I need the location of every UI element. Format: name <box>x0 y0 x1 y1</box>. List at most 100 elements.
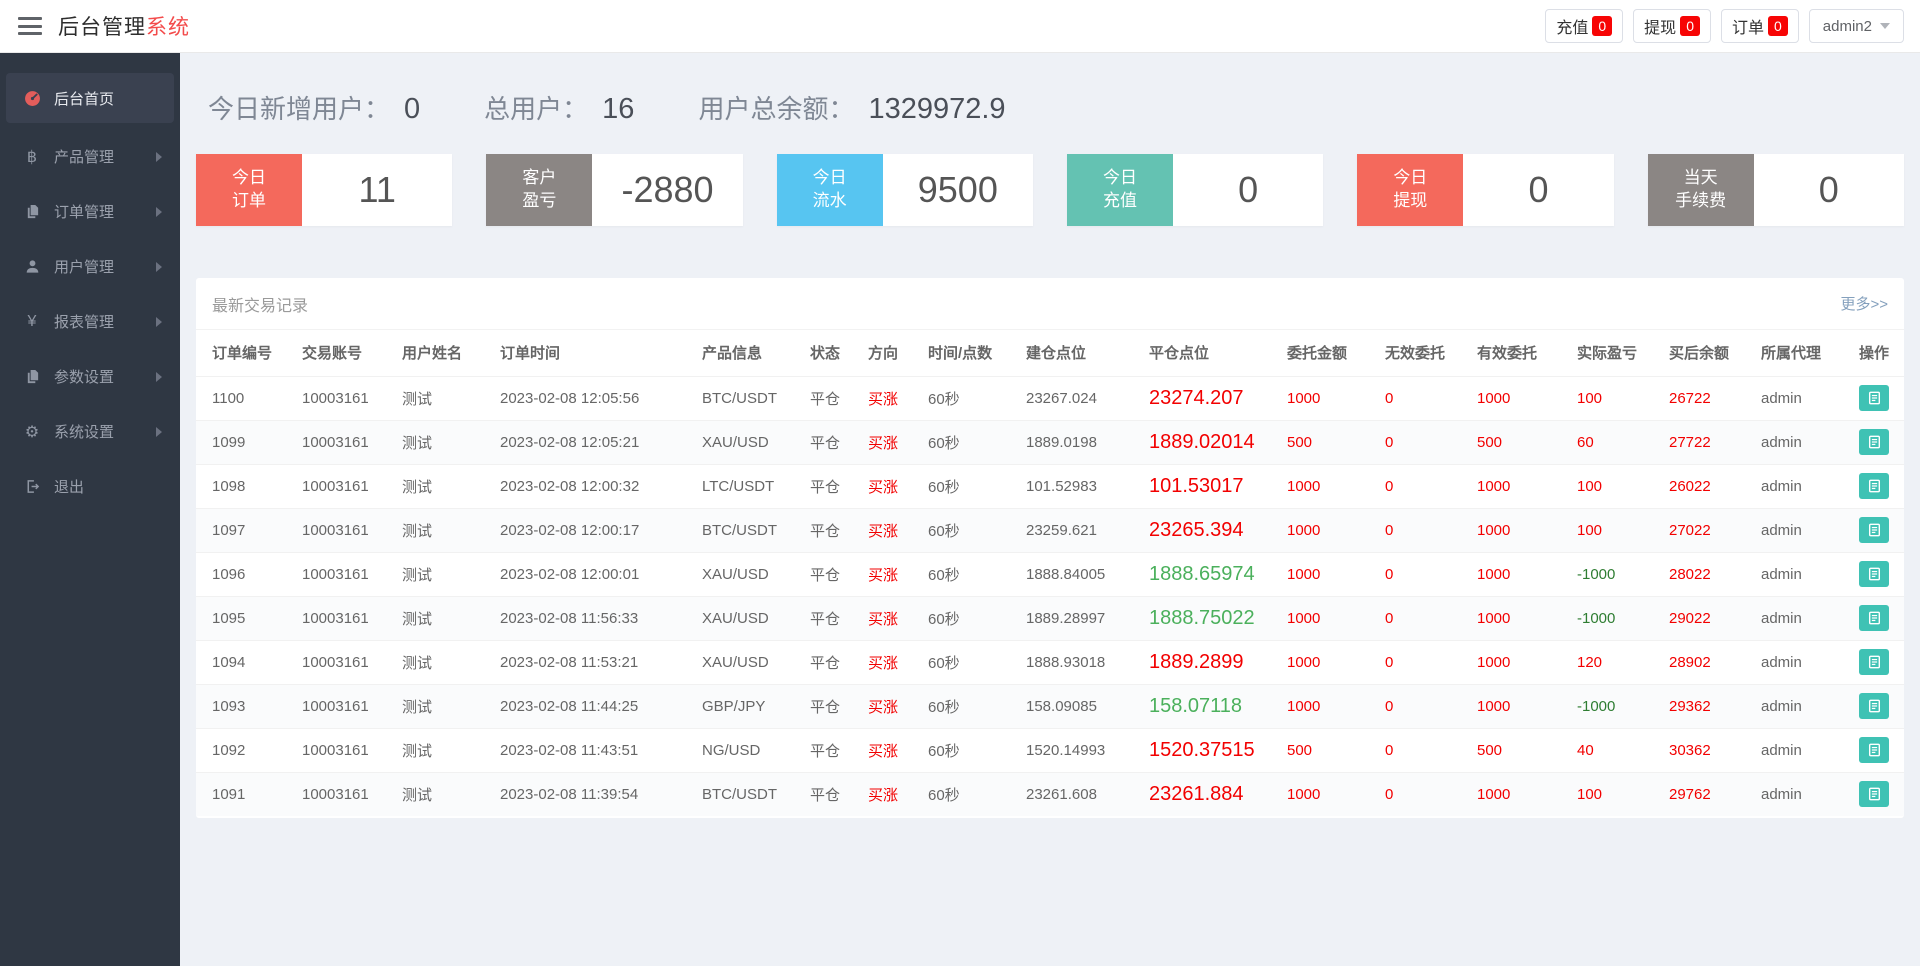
table-row: 109510003161测试2023-02-08 11:56:33XAU/USD… <box>196 596 1904 640</box>
cell-action <box>1859 684 1904 728</box>
cell-amount: 1000 <box>1287 684 1385 728</box>
stat-card-label-line: 当天 <box>1684 167 1718 190</box>
cell-name: 测试 <box>402 728 500 772</box>
cell-amount: 1000 <box>1287 596 1385 640</box>
cell-account: 10003161 <box>302 376 402 420</box>
cell-profit: 100 <box>1577 376 1669 420</box>
stat-card: 今日订单11 <box>196 154 452 226</box>
chevron-right-icon <box>156 372 162 382</box>
row-action-button[interactable] <box>1859 781 1889 807</box>
stat-card-label-line: 盈亏 <box>522 190 556 213</box>
cell-profit: -1000 <box>1577 684 1669 728</box>
cell-status: 平仓 <box>810 420 868 464</box>
row-action-button[interactable] <box>1859 649 1889 675</box>
row-action-button[interactable] <box>1859 737 1889 763</box>
cell-duration: 60秒 <box>928 772 1026 816</box>
cell-name: 测试 <box>402 552 500 596</box>
cell-id: 1093 <box>196 684 302 728</box>
form-icon <box>1867 523 1882 537</box>
bitcoin-icon: ฿ <box>22 147 42 167</box>
user-menu[interactable]: admin2 <box>1809 9 1904 43</box>
table-header-cell: 平仓点位 <box>1149 330 1287 376</box>
cell-close: 1889.02014 <box>1149 420 1287 464</box>
withdraw-button[interactable]: 提现 0 <box>1633 9 1711 43</box>
cell-valid: 1000 <box>1477 508 1577 552</box>
cell-name: 测试 <box>402 376 500 420</box>
sidebar-item-products[interactable]: ฿ 产品管理 <box>0 129 180 184</box>
cell-agent: admin <box>1761 376 1859 420</box>
cell-account: 10003161 <box>302 772 402 816</box>
cell-duration: 60秒 <box>928 376 1026 420</box>
logout-icon <box>22 479 42 494</box>
cell-name: 测试 <box>402 508 500 552</box>
sidebar-item-logout[interactable]: 退出 <box>0 459 180 514</box>
table-header-cell: 方向 <box>868 330 928 376</box>
stat-card-label-line: 订单 <box>232 190 266 213</box>
cell-valid: 1000 <box>1477 552 1577 596</box>
table-header-cell: 时间/点数 <box>928 330 1026 376</box>
sidebar: 后台首页 ฿ 产品管理 订单管理 用户管理 ¥ 报表管理 参数设置 ⚙ 系统设置 <box>0 53 180 966</box>
stat-value: 0 <box>404 93 420 126</box>
cell-agent: admin <box>1761 772 1859 816</box>
stat-value: 16 <box>602 93 634 126</box>
stat-card-label: 今日提现 <box>1357 154 1463 226</box>
cell-account: 10003161 <box>302 728 402 772</box>
stat-label: 今日新增用户： <box>208 89 390 126</box>
withdraw-badge: 0 <box>1680 16 1700 36</box>
row-action-button[interactable] <box>1859 429 1889 455</box>
table-row: 109710003161测试2023-02-08 12:00:17BTC/USD… <box>196 508 1904 552</box>
cell-duration: 60秒 <box>928 464 1026 508</box>
cell-direction: 买涨 <box>868 464 928 508</box>
table-header-cell: 有效委托 <box>1477 330 1577 376</box>
row-action-button[interactable] <box>1859 385 1889 411</box>
sidebar-item-orders[interactable]: 订单管理 <box>0 184 180 239</box>
cell-status: 平仓 <box>810 772 868 816</box>
cell-product: XAU/USD <box>702 640 810 684</box>
sidebar-item-reports[interactable]: ¥ 报表管理 <box>0 294 180 349</box>
more-link[interactable]: 更多>> <box>1840 293 1888 314</box>
cell-balance: 26022 <box>1669 464 1761 508</box>
sidebar-item-system[interactable]: ⚙ 系统设置 <box>0 404 180 459</box>
user-icon <box>22 259 42 274</box>
stat-card-value: 0 <box>1463 154 1613 226</box>
cell-duration: 60秒 <box>928 596 1026 640</box>
cell-product: BTC/USDT <box>702 508 810 552</box>
form-icon <box>1867 567 1882 581</box>
cell-id: 1097 <box>196 508 302 552</box>
stat-card-value: -2880 <box>592 154 742 226</box>
sidebar-item-users[interactable]: 用户管理 <box>0 239 180 294</box>
cell-direction: 买涨 <box>868 420 928 464</box>
sidebar-item-home[interactable]: 后台首页 <box>6 73 174 123</box>
cell-open: 1888.84005 <box>1026 552 1149 596</box>
cell-direction: 买涨 <box>868 376 928 420</box>
row-action-button[interactable] <box>1859 693 1889 719</box>
row-action-button[interactable] <box>1859 473 1889 499</box>
row-action-button[interactable] <box>1859 561 1889 587</box>
cell-profit: 100 <box>1577 464 1669 508</box>
sidebar-item-parameters[interactable]: 参数设置 <box>0 349 180 404</box>
cell-agent: admin <box>1761 596 1859 640</box>
cell-valid: 1000 <box>1477 596 1577 640</box>
recharge-label: 充值 <box>1556 14 1588 38</box>
cell-account: 10003161 <box>302 552 402 596</box>
menu-toggle-icon[interactable] <box>18 17 42 35</box>
cell-invalid: 0 <box>1385 376 1477 420</box>
cell-close: 23265.394 <box>1149 508 1287 552</box>
cell-action <box>1859 772 1904 816</box>
cell-agent: admin <box>1761 508 1859 552</box>
recharge-button[interactable]: 充值 0 <box>1545 9 1623 43</box>
stat-label: 总用户： <box>484 89 588 126</box>
cell-balance: 27022 <box>1669 508 1761 552</box>
cell-open: 158.09085 <box>1026 684 1149 728</box>
table-header-cell: 交易账号 <box>302 330 402 376</box>
form-icon <box>1867 655 1882 669</box>
table-header-cell: 无效委托 <box>1385 330 1477 376</box>
cell-profit: 120 <box>1577 640 1669 684</box>
sidebar-item-label: 系统设置 <box>54 421 114 442</box>
row-action-button[interactable] <box>1859 605 1889 631</box>
copy-icon <box>22 369 42 384</box>
cell-valid: 500 <box>1477 728 1577 772</box>
row-action-button[interactable] <box>1859 517 1889 543</box>
order-button[interactable]: 订单 0 <box>1721 9 1799 43</box>
cell-status: 平仓 <box>810 596 868 640</box>
